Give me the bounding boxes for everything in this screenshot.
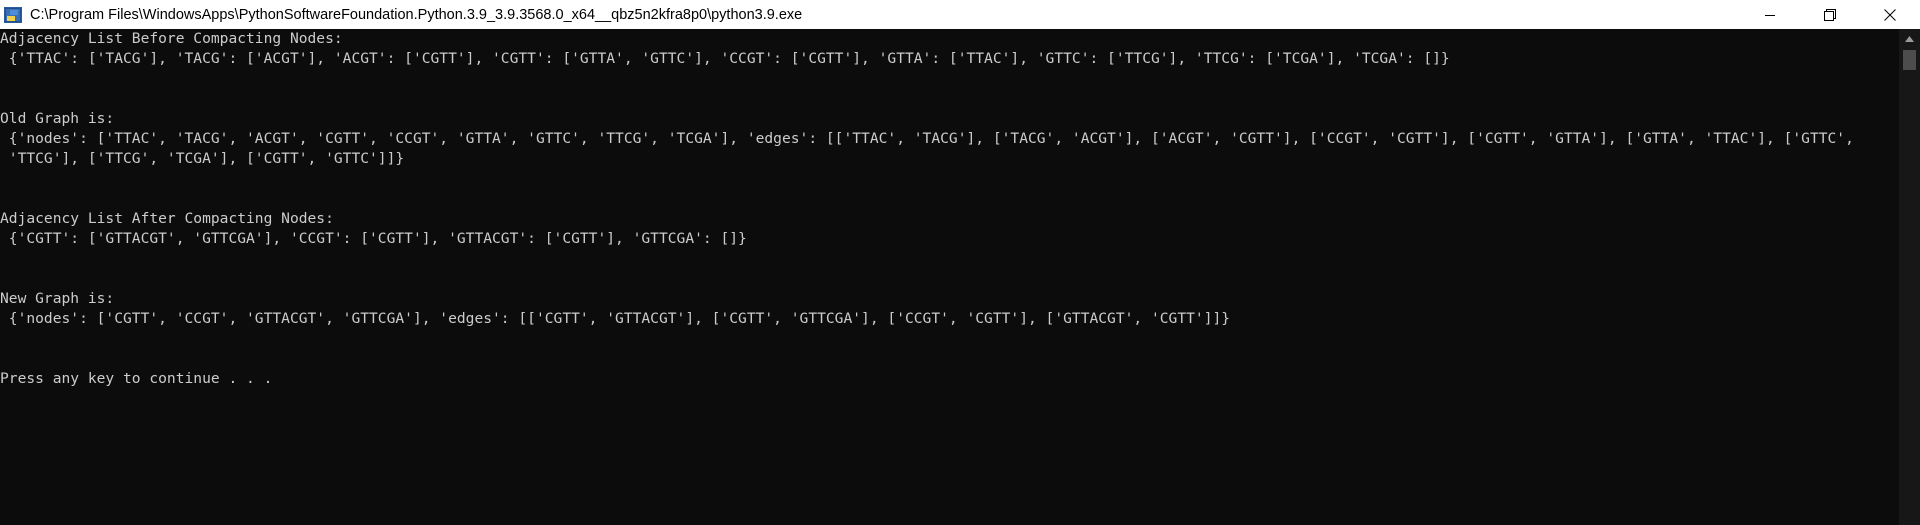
console-line: {'CGTT': ['GTTACGT', 'GTTCGA'], 'CCGT': … [0, 230, 747, 247]
window-title: C:\Program Files\WindowsApps\PythonSoftw… [30, 6, 803, 23]
console-line: Press any key to continue . . . [0, 370, 273, 387]
python-console-icon [4, 6, 22, 23]
caption-buttons [1740, 0, 1920, 29]
scroll-up-arrow-icon [1905, 36, 1914, 42]
console-line: Adjacency List After Compacting Nodes: [0, 210, 334, 227]
minimize-icon [1765, 14, 1775, 16]
scroll-thumb[interactable] [1903, 50, 1916, 70]
console-line: {'nodes': ['CGTT', 'CCGT', 'GTTACGT', 'G… [0, 310, 1231, 327]
console-line: New Graph is: [0, 290, 115, 307]
console-line: Adjacency List Before Compacting Nodes: [0, 30, 343, 47]
vertical-scrollbar[interactable] [1899, 29, 1920, 525]
console-line: Old Graph is: [0, 110, 115, 127]
console-line: {'nodes': ['TTAC', 'TACG', 'ACGT', 'CGTT… [0, 130, 1854, 147]
restore-icon [1824, 8, 1836, 21]
minimize-button[interactable] [1740, 0, 1800, 29]
close-icon [1884, 8, 1896, 21]
scroll-up-button[interactable] [1899, 29, 1920, 49]
maximize-button[interactable] [1800, 0, 1860, 29]
close-button[interactable] [1860, 0, 1920, 29]
console-line: 'TTCG'], ['TTCG', 'TCGA'], ['CGTT', 'GTT… [0, 150, 405, 167]
console-line: {'TTAC': ['TACG'], 'TACG': ['ACGT'], 'AC… [0, 50, 1450, 67]
console-output[interactable]: Adjacency List Before Compacting Nodes: … [0, 29, 1899, 525]
title-bar[interactable]: C:\Program Files\WindowsApps\PythonSoftw… [0, 0, 1920, 29]
console-window: C:\Program Files\WindowsApps\PythonSoftw… [0, 0, 1920, 525]
